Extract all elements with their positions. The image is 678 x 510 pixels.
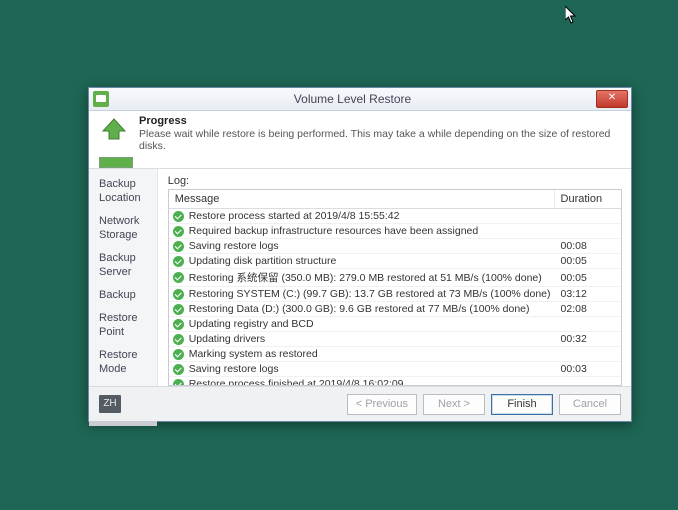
log-message-text: Updating registry and BCD <box>189 318 314 330</box>
log-row[interactable]: Marking system as restored <box>169 347 621 362</box>
log-message: Restore process started at 2019/4/8 15:5… <box>169 209 555 223</box>
log-duration: 00:05 <box>555 271 621 285</box>
log-row[interactable]: Updating registry and BCD <box>169 317 621 332</box>
log-message-text: Updating drivers <box>189 333 265 345</box>
log-duration <box>555 353 621 355</box>
log-col-message: Message <box>169 190 555 208</box>
sidebar-item-restore-point[interactable]: Restore Point <box>89 307 157 343</box>
log-row[interactable]: Restoring SYSTEM (C:) (99.7 GB): 13.7 GB… <box>169 287 621 302</box>
success-icon <box>173 289 184 300</box>
page-title: Progress <box>139 115 621 127</box>
log-message-text: Restore process started at 2019/4/8 15:5… <box>189 210 400 222</box>
app-icon <box>93 91 109 107</box>
next-button: Next > <box>423 394 485 415</box>
language-badge[interactable]: ZH <box>99 395 121 413</box>
log-col-duration: Duration <box>555 190 621 208</box>
log-header-row: Message Duration <box>169 190 621 209</box>
progress-bar-fill <box>100 158 132 167</box>
log-row[interactable]: Saving restore logs 00:03 <box>169 362 621 377</box>
log-rows[interactable]: Restore process started at 2019/4/8 15:5… <box>169 209 621 385</box>
log-message: Restoring 系统保留 (350.0 MB): 279.0 MB rest… <box>169 269 555 286</box>
log-duration: 00:32 <box>555 332 621 346</box>
success-icon <box>173 364 184 375</box>
log-row[interactable]: Restore process started at 2019/4/8 15:5… <box>169 209 621 224</box>
progress-bar <box>99 157 133 168</box>
page-description: Please wait while restore is being perfo… <box>139 128 621 152</box>
log-message: Restoring SYSTEM (C:) (99.7 GB): 13.7 GB… <box>169 287 555 301</box>
log-message: Updating registry and BCD <box>169 317 555 331</box>
success-icon <box>173 319 184 330</box>
log-message: Restoring Data (D:) (300.0 GB): 9.6 GB r… <box>169 302 555 316</box>
titlebar: Volume Level Restore ✕ <box>89 88 631 111</box>
log-row[interactable]: Restore process finished at 2019/4/8 16:… <box>169 377 621 385</box>
log-message-text: Saving restore logs <box>189 363 279 375</box>
log-message-text: Saving restore logs <box>189 240 279 252</box>
log-message-text: Restoring Data (D:) (300.0 GB): 9.6 GB r… <box>189 303 530 315</box>
log-message: Required backup infrastructure resources… <box>169 224 555 238</box>
previous-button: < Previous <box>347 394 417 415</box>
log-duration <box>555 230 621 232</box>
log-message: Updating disk partition structure <box>169 254 555 268</box>
dialog-window: Volume Level Restore ✕ Progress Please w… <box>88 87 632 422</box>
finish-button[interactable]: Finish <box>491 394 553 415</box>
log-message-text: Required backup infrastructure resources… <box>189 225 479 237</box>
sidebar-item-backup-server[interactable]: Backup Server <box>89 247 157 283</box>
cancel-button: Cancel <box>559 394 621 415</box>
sidebar-item-network-storage[interactable]: Network Storage <box>89 210 157 246</box>
log-message-text: Marking system as restored <box>189 348 318 360</box>
log-row[interactable]: Required backup infrastructure resources… <box>169 224 621 239</box>
log-message: Saving restore logs <box>169 239 555 253</box>
log-duration <box>555 383 621 385</box>
log-duration <box>555 323 621 325</box>
success-icon <box>173 256 184 267</box>
sidebar-item-backup-location[interactable]: Backup Location <box>89 173 157 209</box>
success-icon <box>173 304 184 315</box>
log-row[interactable]: Saving restore logs 00:08 <box>169 239 621 254</box>
mouse-cursor <box>565 6 577 24</box>
log-row[interactable]: Restoring Data (D:) (300.0 GB): 9.6 GB r… <box>169 302 621 317</box>
success-icon <box>173 226 184 237</box>
log-duration: 02:08 <box>555 302 621 316</box>
log-message-text: Restore process finished at 2019/4/8 16:… <box>189 378 404 385</box>
log-panel: Message Duration Restore process started… <box>168 189 622 386</box>
success-icon <box>173 349 184 360</box>
log-message-text: Restoring SYSTEM (C:) (99.7 GB): 13.7 GB… <box>189 288 551 300</box>
log-duration: 00:05 <box>555 254 621 268</box>
restore-up-arrow-icon <box>99 117 133 146</box>
success-icon <box>173 334 184 345</box>
log-duration: 00:03 <box>555 362 621 376</box>
log-message: Saving restore logs <box>169 362 555 376</box>
wizard-steps-sidebar: Backup LocationNetwork StorageBackup Ser… <box>89 169 158 386</box>
success-icon <box>173 272 184 283</box>
log-row[interactable]: Updating drivers 00:32 <box>169 332 621 347</box>
log-row[interactable]: Restoring 系统保留 (350.0 MB): 279.0 MB rest… <box>169 269 621 287</box>
log-duration <box>555 215 621 217</box>
log-message: Restore process finished at 2019/4/8 16:… <box>169 377 555 385</box>
wizard-footer: ZH < Previous Next > Finish Cancel <box>89 386 631 421</box>
log-duration: 03:12 <box>555 287 621 301</box>
sidebar-item-backup[interactable]: Backup <box>89 284 157 306</box>
success-icon <box>173 379 184 386</box>
log-duration: 00:08 <box>555 239 621 253</box>
log-label: Log: <box>168 175 622 187</box>
wizard-header: Progress Please wait while restore is be… <box>89 111 631 157</box>
log-message: Marking system as restored <box>169 347 555 361</box>
close-button[interactable]: ✕ <box>596 90 628 108</box>
sidebar-item-restore-mode[interactable]: Restore Mode <box>89 344 157 380</box>
log-row[interactable]: Updating disk partition structure 00:05 <box>169 254 621 269</box>
success-icon <box>173 241 184 252</box>
log-message: Updating drivers <box>169 332 555 346</box>
success-icon <box>173 211 184 222</box>
log-message-text: Restoring 系统保留 (350.0 MB): 279.0 MB rest… <box>189 270 542 285</box>
window-title: Volume Level Restore <box>109 92 596 106</box>
log-message-text: Updating disk partition structure <box>189 255 337 267</box>
